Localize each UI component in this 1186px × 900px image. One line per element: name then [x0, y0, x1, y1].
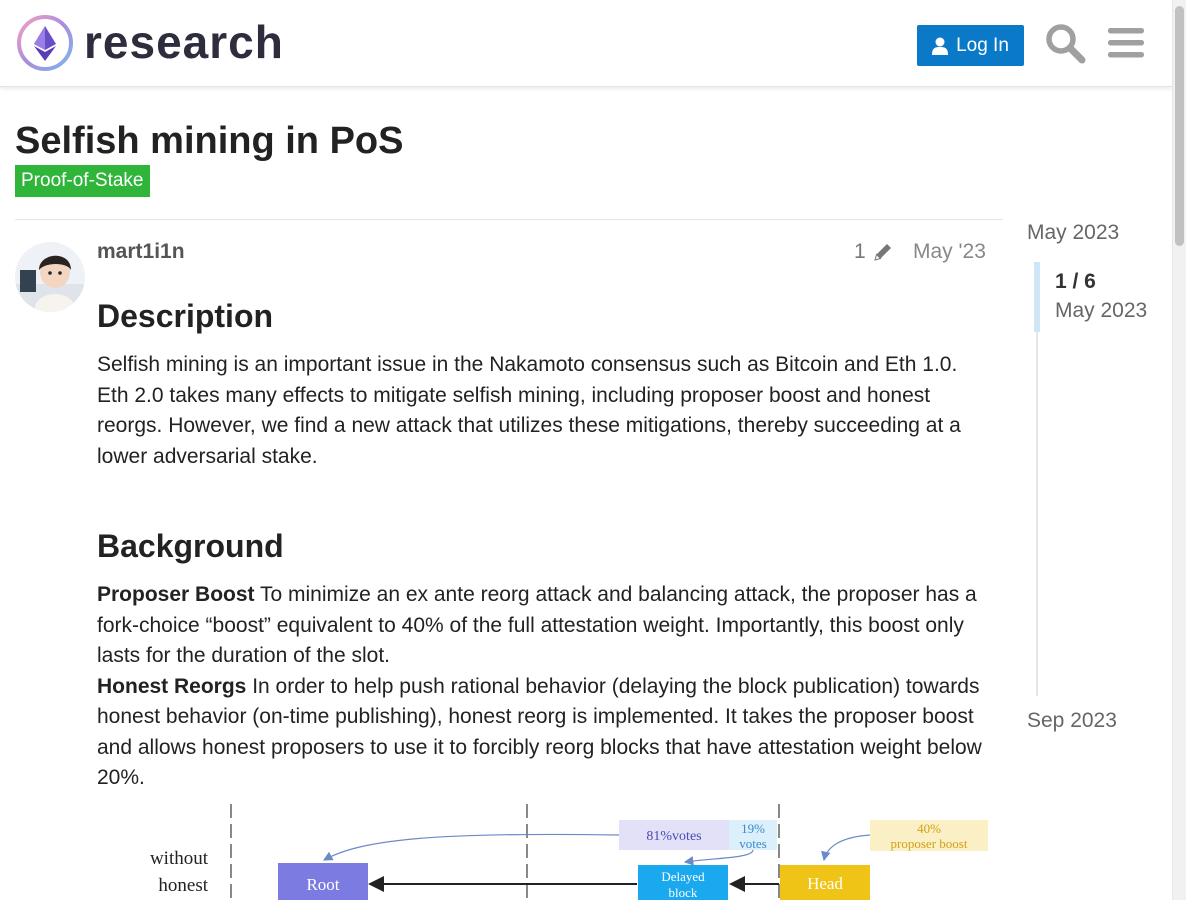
edit-count: 1: [854, 240, 866, 263]
reorg-diagram[interactable]: without honest 81%votes 19% votes 40% pr…: [130, 802, 990, 900]
timeline-end-date[interactable]: Sep 2023: [1027, 709, 1117, 733]
post-author[interactable]: mart1i1n: [97, 240, 185, 264]
row-label: honest: [158, 875, 208, 896]
hamburger-menu-icon[interactable]: [1105, 22, 1147, 64]
timeline-position-date: May 2023: [1055, 299, 1148, 322]
heading-background: Background: [97, 528, 284, 564]
votes-81-label: 81%votes: [646, 829, 701, 844]
post-body: Description Selfish mining is an importa…: [97, 290, 992, 794]
timeline-handle[interactable]: [1034, 262, 1040, 332]
site-logo-icon[interactable]: [16, 14, 74, 72]
proposer-boost-label: Proposer Boost: [97, 583, 255, 606]
delayed-label: block: [669, 885, 698, 900]
page-scrollbar[interactable]: [1172, 0, 1186, 900]
topic-title[interactable]: Selfish mining in PoS: [15, 120, 403, 163]
boost-arrow: [821, 834, 871, 862]
paragraph-honest-reorgs: Honest Reorgs In order to help push rati…: [97, 672, 992, 794]
honest-reorgs-label: Honest Reorgs: [97, 674, 247, 698]
pencil-icon: [873, 244, 891, 261]
proposer-boost-label: 40%: [917, 821, 941, 836]
edit-history-button[interactable]: 1: [854, 240, 894, 264]
proposer-boost-label: proposer boost: [891, 836, 968, 851]
search-icon[interactable]: [1044, 22, 1086, 64]
divider: [15, 219, 1003, 220]
user-icon: [932, 37, 949, 55]
site-header: research Log In: [0, 0, 1172, 87]
delayed-label: Delayed: [661, 869, 705, 884]
timeline-position: 1 / 6: [1055, 270, 1096, 293]
paragraph-proposer-boost: Proposer Boost To minimize an ex ante re…: [97, 580, 992, 672]
votes-19-label: 19%: [741, 821, 765, 836]
vote-arrow: [322, 833, 620, 861]
login-button-label: Log In: [956, 34, 1009, 56]
row-label: without: [150, 848, 209, 869]
category-badge[interactable]: Proof-of-Stake: [15, 165, 150, 197]
scrollbar-thumb[interactable]: [1175, 6, 1184, 246]
avatar[interactable]: [15, 242, 85, 312]
post-date[interactable]: May '23: [913, 240, 986, 264]
head-label: Head: [807, 874, 843, 893]
votes-19-label: votes: [739, 836, 766, 851]
timeline-start-date[interactable]: May 2023: [1027, 221, 1119, 245]
site-logo-text[interactable]: research: [84, 14, 284, 70]
paragraph-description: Selfish mining is an important issue in …: [97, 353, 961, 468]
heading-description: Description: [97, 298, 274, 334]
vote-arrow: [683, 849, 754, 866]
login-button[interactable]: Log In: [917, 25, 1024, 66]
root-label: Root: [306, 875, 339, 894]
avatar-image: [15, 242, 85, 312]
